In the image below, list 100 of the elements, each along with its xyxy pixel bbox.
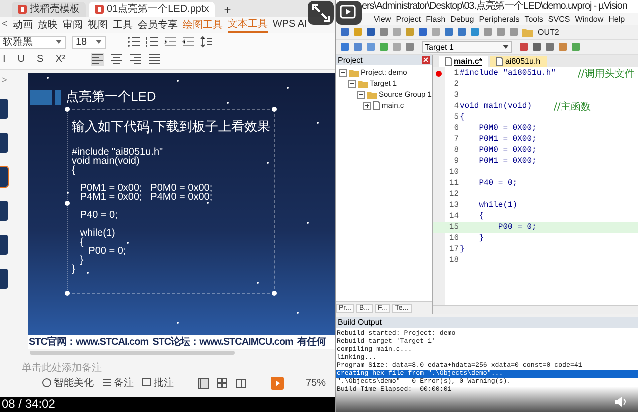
menu-item[interactable]: View [374, 14, 392, 24]
toolbar-square-icon [571, 42, 581, 52]
new-tab-button[interactable]: + [218, 2, 238, 17]
ribbon-tab[interactable]: WPS AI [272, 19, 308, 30]
code-line: P00 = 0; [88, 246, 128, 256]
resize-handle[interactable] [65, 290, 70, 296]
line-spacing-icon [200, 36, 212, 48]
output-field[interactable]: OUT2 [538, 28, 560, 36]
format-button[interactable]: X² [52, 54, 69, 65]
resize-handle[interactable] [272, 290, 277, 296]
toolbar-square-icon [519, 42, 529, 52]
magic-icon [42, 378, 52, 388]
menu-item[interactable]: Peripherals [479, 14, 520, 24]
menu-item[interactable]: SVCS [548, 14, 570, 24]
panel-title: Build Output [336, 317, 638, 328]
horizontal-scrollbar[interactable] [433, 305, 638, 314]
target-dropdown[interactable]: Target 1 [422, 41, 512, 53]
toolbar-square-icon [340, 27, 350, 37]
close-icon[interactable] [422, 56, 430, 64]
toolbar-square-icon [457, 27, 467, 37]
toolbar-square-icon [340, 42, 350, 52]
menu-item[interactable]: Window [575, 14, 604, 24]
footer-text: 有任何 [297, 336, 326, 350]
video-time: 08 / 34:02 [1, 397, 56, 412]
code-line: } [478, 234, 484, 243]
align-left-icon [90, 52, 104, 66]
code-line: P0M1 = 0X00; [478, 135, 537, 144]
slide-thumbnail[interactable] [0, 98, 8, 119]
status-button[interactable]: 智能美化 [42, 376, 94, 390]
ribbon-tab[interactable]: 工具 [112, 18, 133, 32]
line-number: 13 [448, 201, 460, 210]
toolbar-square-icon [366, 27, 376, 37]
code-line: { [460, 113, 465, 122]
toolbar-square-icon [496, 27, 506, 37]
menu-item[interactable]: Flash [426, 14, 446, 24]
expander-icon[interactable] [363, 102, 371, 110]
toolbar-square-icon [483, 27, 493, 37]
code-line: { [79, 238, 84, 247]
horizontal-scrollbar[interactable] [30, 351, 235, 356]
expander-icon[interactable] [357, 90, 365, 98]
bullet-list-icon [128, 36, 140, 48]
line-number: 7 [453, 135, 460, 144]
code-line: while(1) [79, 228, 116, 238]
menu-item[interactable]: Project [396, 14, 422, 24]
line-number: 6 [453, 124, 460, 133]
line-number: 18 [448, 256, 460, 265]
zoom-level[interactable]: 75% [306, 378, 326, 389]
format-button[interactable]: S [34, 54, 47, 65]
code-line: P0M1 = 0X00; [478, 157, 537, 166]
format-button[interactable]: U [14, 54, 28, 65]
font-field[interactable]: 软雅黑 [0, 36, 66, 49]
status-button[interactable]: 批注 [142, 376, 174, 390]
panel-title: Project [338, 56, 363, 64]
resize-handle[interactable] [272, 106, 277, 112]
ribbon-tab[interactable]: 视图 [88, 18, 108, 32]
status-button[interactable]: 备注 [102, 376, 134, 390]
scroll-left-button[interactable]: < [2, 19, 8, 30]
code-line: } [72, 264, 76, 274]
exit-fullscreen-button[interactable] [308, 1, 334, 25]
code-comment: //调用头文件 [578, 68, 635, 80]
format-button[interactable]: I [0, 54, 9, 65]
slide-thumbnail[interactable] [0, 132, 8, 153]
line-number: 1 [453, 69, 460, 78]
code-comment: //主函数 [554, 100, 591, 114]
ribbon-tab[interactable]: 放映 [38, 18, 58, 32]
line-number: 11 [448, 179, 460, 188]
volume-icon [614, 396, 628, 408]
expander-icon[interactable] [339, 68, 347, 76]
code-line: P4M1 = 0x00; P4M0 = 0x00; [79, 192, 214, 202]
code-editor[interactable]: 1#include "ai8051u.h" //调用头文件 2 3 4void main(void) //主函数 5{ 6 P0M0 = 0X00; 7 P0M1 = 0X00; 8 P0M0 = 0X00; 9 P0M1 = 0X00; 10 11 P40 = 0; 12 13 while(1) 14 { 15 P00 = 0; 16 } 17} 18 [433, 67, 638, 305]
ribbon-tab[interactable]: 审阅 [62, 18, 83, 32]
notes-icon [102, 378, 112, 388]
footer-text: STC官网：www.STCAI.com [29, 335, 149, 350]
expander-icon[interactable] [348, 80, 356, 88]
toolbar-square-icon [532, 42, 542, 52]
title-block [30, 90, 52, 105]
slide-thumbnail[interactable] [0, 234, 8, 255]
ribbon-tab[interactable]: 动画 [12, 18, 33, 32]
window-title: ers\Administrator\Desktop\03.点亮第一个LED\demo.uvproj - µVision [336, 0, 638, 13]
resize-handle[interactable] [65, 106, 70, 112]
breakpoint-dot[interactable] [436, 70, 442, 76]
toolbar-square-icon [379, 27, 389, 37]
document-tab[interactable]: 找稻壳模板 [12, 2, 86, 17]
ribbon-tab[interactable]: 会员专享 [138, 18, 178, 32]
resize-handle[interactable] [65, 201, 70, 206]
menu-item[interactable]: Help [608, 14, 626, 24]
slide-thumbnail[interactable] [0, 166, 8, 187]
font-size-field[interactable]: 18 [72, 36, 106, 49]
document-tab[interactable]: 01点亮第一个LED.pptx [89, 2, 216, 17]
menu-item[interactable]: Debug [450, 14, 474, 24]
picture-in-picture-button[interactable] [336, 1, 362, 25]
file-tab[interactable]: ai8051u.h [490, 56, 547, 67]
file-tab[interactable]: main.c* [439, 56, 488, 67]
toolbar-square-icon [405, 27, 415, 37]
slide-thumbnail[interactable] [0, 200, 8, 221]
code-line: } [460, 245, 465, 254]
menu-item[interactable]: Tools [524, 14, 544, 24]
folder-icon [522, 27, 533, 37]
slide-thumbnail[interactable] [0, 268, 8, 289]
play-slideshow-icon[interactable] [271, 376, 284, 390]
